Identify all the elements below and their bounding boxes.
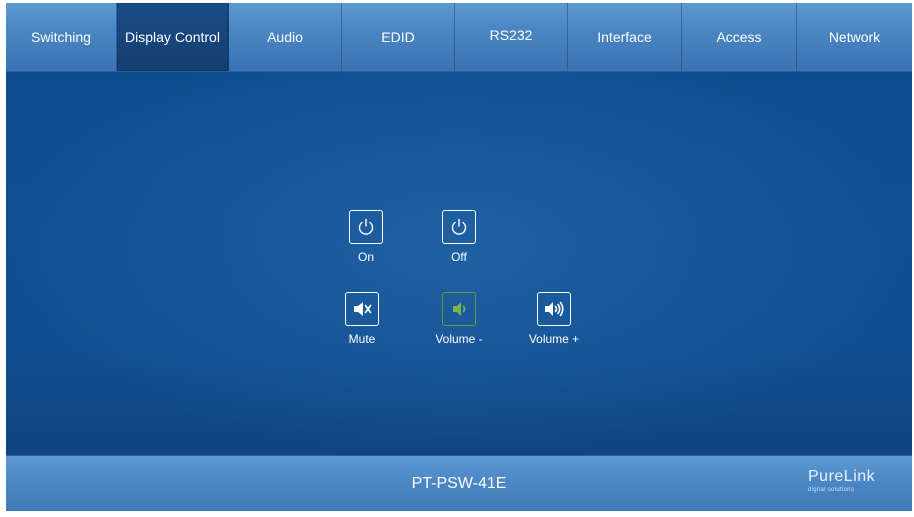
power-off-button[interactable] — [442, 210, 476, 244]
top-navigation: Switching Display Control Audio EDID RS2… — [6, 3, 912, 72]
tab-network[interactable]: Network — [797, 3, 912, 71]
logo-wordmark: PureLink — [808, 468, 876, 485]
mute-button[interactable] — [345, 292, 379, 326]
power-on-label: On — [357, 250, 374, 264]
power-on-button[interactable] — [349, 210, 383, 244]
volume-up-label: Volume + — [528, 332, 580, 346]
tab-switching[interactable]: Switching — [6, 3, 117, 71]
tab-rs232[interactable]: RS232 — [455, 3, 568, 71]
purelink-logo: PureLink digital solutions — [808, 468, 898, 494]
volume-down-control: Volume - — [419, 292, 499, 362]
power-off-control: Off — [419, 210, 499, 280]
tab-interface[interactable]: Interface — [568, 3, 682, 71]
speaker-mute-icon — [354, 302, 372, 316]
tab-display-control[interactable]: Display Control — [117, 3, 229, 71]
mute-control: Mute — [322, 292, 402, 362]
logo-tagline: digital solutions — [808, 487, 855, 493]
power-off-label: Off — [451, 250, 467, 264]
speaker-low-icon — [453, 302, 466, 316]
tab-access[interactable]: Access — [682, 3, 797, 71]
speaker-high-icon — [545, 301, 564, 317]
volume-down-button[interactable] — [442, 292, 476, 326]
volume-up-button[interactable] — [537, 292, 571, 326]
volume-up-control: Volume + — [514, 292, 594, 362]
mute-label: Mute — [348, 332, 376, 346]
device-model: PT-PSW-41E — [411, 475, 507, 492]
tab-edid[interactable]: EDID — [342, 3, 455, 71]
control-panel: Switching Display Control Audio EDID RS2… — [6, 3, 912, 511]
screen-frame: Switching Display Control Audio EDID RS2… — [0, 0, 914, 517]
power-icon — [358, 218, 374, 235]
tab-audio[interactable]: Audio — [229, 3, 342, 71]
power-icon — [451, 218, 467, 235]
volume-down-label: Volume - — [435, 332, 483, 346]
power-on-control: On — [326, 210, 406, 280]
footer-bar: PT-PSW-41E PureLink digital solutions — [6, 455, 912, 511]
